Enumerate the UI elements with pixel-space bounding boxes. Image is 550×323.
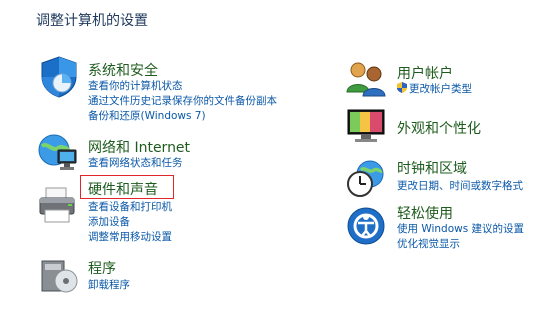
link-file-history[interactable]: 通过文件历史记录保存你的文件备份副本 xyxy=(88,94,277,108)
link-add-device[interactable]: 添加设备 xyxy=(88,215,130,229)
page-title: 调整计算机的设置 xyxy=(36,13,148,29)
link-windows-recommended[interactable]: 使用 Windows 建议的设置 xyxy=(397,222,524,236)
category-title-network[interactable]: 网络和 Internet xyxy=(88,137,190,157)
link-change-account-type[interactable]: 更改帐户类型 xyxy=(397,82,472,96)
category-title-programs[interactable]: 程序 xyxy=(88,258,116,278)
link-uninstall-program[interactable]: 卸载程序 xyxy=(88,278,130,292)
network-globe-icon xyxy=(38,134,77,170)
link-optimize-visual[interactable]: 优化视觉显示 xyxy=(397,237,460,251)
link-change-date-time[interactable]: 更改日期、时间或数字格式 xyxy=(397,179,523,193)
category-title-accounts[interactable]: 用户帐户 xyxy=(397,63,453,83)
category-title-hardware[interactable]: 硬件和声音 xyxy=(88,179,158,199)
category-title-clock[interactable]: 时钟和区域 xyxy=(397,158,467,178)
link-network-status[interactable]: 查看网络状态和任务 xyxy=(88,156,183,170)
link-devices-printers[interactable]: 查看设备和打印机 xyxy=(88,200,172,214)
program-disk-icon xyxy=(41,260,78,293)
link-mobility-settings[interactable]: 调整常用移动设置 xyxy=(88,230,172,244)
category-title-appearance[interactable]: 外观和个性化 xyxy=(397,118,481,138)
ease-of-access-icon xyxy=(347,207,385,245)
printer-icon xyxy=(39,187,75,223)
shield-icon xyxy=(41,56,77,98)
link-change-account-type-label: 更改帐户类型 xyxy=(409,83,472,95)
link-view-computer-status[interactable]: 查看你的计算机状态 xyxy=(88,79,183,93)
category-title-ease[interactable]: 轻松使用 xyxy=(397,203,453,223)
clock-globe-icon xyxy=(347,160,384,197)
link-backup-restore[interactable]: 备份和还原(Windows 7) xyxy=(88,109,206,123)
uac-shield-icon xyxy=(397,82,407,93)
category-title-system[interactable]: 系统和安全 xyxy=(88,60,158,80)
monitor-icon xyxy=(347,109,385,142)
users-icon xyxy=(346,62,386,97)
